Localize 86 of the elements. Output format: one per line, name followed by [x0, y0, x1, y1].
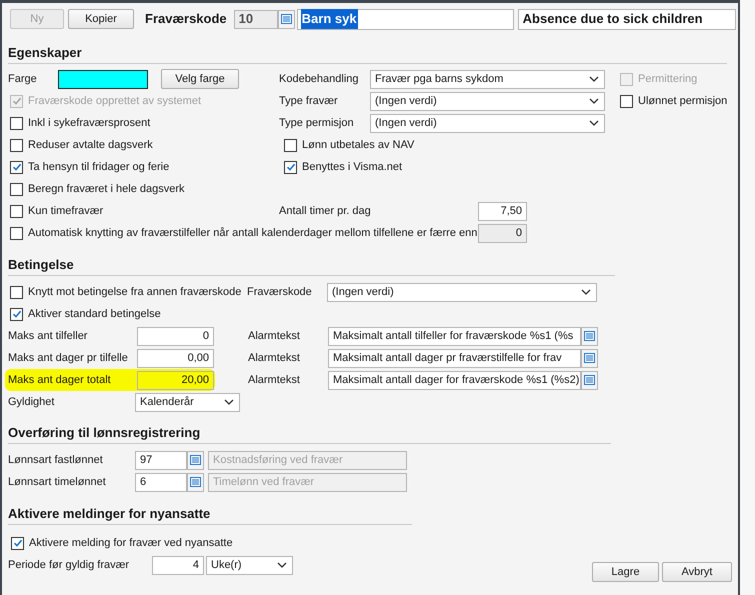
button[interactable]: Velg farge — [161, 69, 239, 89]
dropdown[interactable]: (Ingen verdi) — [370, 114, 605, 132]
field-label: Type permisjon — [279, 116, 355, 131]
field-label: Farge — [8, 72, 38, 87]
input-field[interactable]: Absence due to sick children — [518, 8, 736, 30]
field-label: Alarmtekst — [248, 372, 301, 388]
input-field[interactable]: Barn syk — [296, 8, 514, 30]
field-label: Kodebehandling — [279, 72, 360, 87]
dropdown[interactable]: Fravær pga barns sykdom — [370, 70, 605, 88]
field-label: Fraværskode — [247, 284, 313, 300]
input-field[interactable]: 20,00 — [137, 370, 214, 390]
chevron-down-icon — [581, 289, 591, 295]
input-field[interactable]: 10 — [234, 10, 278, 28]
chevron-down-icon — [589, 98, 599, 104]
field-label: Lønnsart fastlønnet — [8, 452, 104, 468]
checkbox-label: Aktivere melding for fravær ved nyansatte — [29, 536, 233, 551]
field-label: Antall timer pr. dag — [279, 204, 372, 219]
dropdown[interactable]: Kalenderår — [135, 392, 240, 412]
field-label: Alarmtekst — [248, 350, 301, 366]
field-label: Maks ant dager totalt — [8, 372, 112, 388]
checkbox[interactable] — [10, 286, 23, 298]
checkbox-label: Automatisk knytting av fraværstilfeller når antall kalenderdager mellom tilfellene er færre enn — [28, 226, 478, 242]
checkbox-label: Benyttes i Visma.net — [302, 160, 402, 175]
button[interactable]: Avbryt — [662, 562, 732, 582]
checkbox[interactable] — [10, 182, 23, 196]
list-icon[interactable] — [187, 450, 204, 470]
field-label: Alarmtekst — [248, 328, 301, 344]
field-label: Maks ant tilfeller — [8, 328, 88, 344]
checkbox-label: Inkl i sykefraværsprosent — [28, 116, 150, 131]
chevron-down-icon — [277, 562, 287, 568]
chevron-down-icon — [589, 76, 599, 82]
input-field[interactable]: Maksimalt antall dager for fraværskode %s1 (%s2) — [328, 370, 581, 390]
field-label: Gyldighet — [8, 394, 56, 410]
checkbox[interactable] — [284, 160, 297, 174]
checkbox-label: Aktiver standard betingelse — [28, 306, 161, 322]
list-icon[interactable] — [581, 326, 598, 346]
checkbox[interactable] — [10, 116, 23, 130]
section-heading: Aktivere meldinger for nyansatte — [8, 506, 212, 522]
field-label: Maks ant dager pr tilfelle — [8, 350, 129, 366]
list-icon[interactable] — [187, 472, 204, 492]
readonly-field: Timelønn ved fravær — [208, 472, 407, 492]
field-label: Lønnsart timelønnet — [8, 474, 107, 490]
input-field[interactable]: Maksimalt antall dager pr fraværstilfelle for frav — [328, 348, 581, 368]
checkbox[interactable] — [11, 536, 24, 550]
input-field[interactable]: 0,00 — [137, 348, 214, 368]
dropdown[interactable]: (Ingen verdi) — [370, 92, 605, 110]
button[interactable]: Lagre — [592, 562, 659, 582]
checkbox-label: Ta hensyn til fridager og ferie — [28, 160, 170, 175]
checkbox-label: Fraværskode opprettet av systemet — [28, 94, 202, 109]
section-heading: Betingelse — [8, 257, 75, 273]
checkbox-label: Lønn utbetales av NAV — [302, 138, 414, 153]
checkbox[interactable] — [10, 160, 23, 174]
chevron-down-icon — [224, 399, 234, 405]
input-field[interactable]: 7,50 — [478, 202, 527, 220]
checkbox-label: Kun timefravær — [28, 204, 104, 219]
input-field[interactable]: 4 — [152, 556, 204, 574]
chevron-down-icon — [589, 120, 599, 126]
input-field[interactable]: Maksimalt antall tilfeller for fraværskode %s1 (%s — [328, 326, 581, 346]
input-field[interactable]: 0 — [478, 224, 527, 243]
input-field[interactable]: 6 — [135, 472, 187, 492]
checkbox[interactable] — [10, 308, 23, 320]
color-swatch[interactable] — [58, 70, 148, 88]
checkbox-label: Reduser avtalte dagsverk — [28, 138, 153, 153]
dropdown[interactable]: (Ingen verdi) — [327, 282, 597, 302]
list-icon[interactable] — [581, 348, 598, 368]
checkbox-label: Ulønnet permisjon — [638, 94, 728, 109]
input-field[interactable]: 0 — [137, 326, 214, 346]
input-field[interactable]: 97 — [135, 450, 187, 470]
section-heading: Egenskaper — [8, 45, 83, 61]
field-label: Fraværskode — [145, 10, 227, 28]
checkbox[interactable] — [10, 138, 23, 152]
checkbox[interactable] — [10, 227, 23, 240]
readonly-field: Kostnadsføring ved fravær — [208, 450, 407, 470]
checkbox[interactable] — [284, 138, 297, 152]
checkbox[interactable] — [10, 204, 23, 218]
button[interactable]: Kopier — [68, 9, 134, 29]
checkbox-label: Beregn fraværet i hele dagsverk — [28, 182, 185, 197]
section-heading: Overføring til lønnsregistrering — [8, 425, 202, 441]
checkbox-label: Permittering — [638, 72, 698, 87]
list-icon[interactable] — [278, 10, 295, 28]
checkbox[interactable] — [620, 94, 633, 108]
field-label: Periode før gyldig fravær — [8, 558, 130, 573]
checkbox-label: Knytt mot betingelse fra annen fraværskode — [28, 284, 242, 300]
dropdown[interactable]: Uke(r) — [206, 556, 293, 574]
list-icon[interactable] — [581, 370, 598, 390]
field-label: Type fravær — [279, 94, 339, 109]
